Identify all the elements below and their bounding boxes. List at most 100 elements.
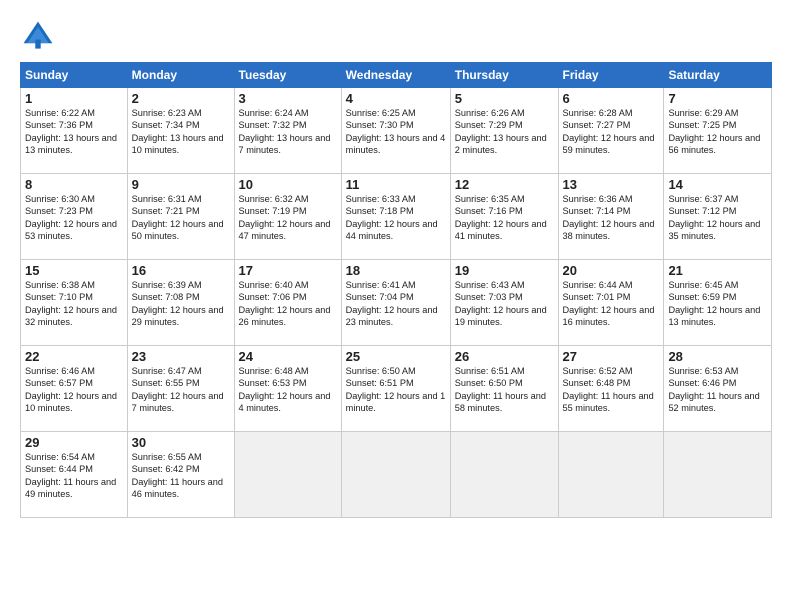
col-tuesday: Tuesday [234,63,341,88]
week-row-1: 1 Sunrise: 6:22 AMSunset: 7:36 PMDayligh… [21,88,772,174]
day-cell-8: 8 Sunrise: 6:30 AMSunset: 7:23 PMDayligh… [21,174,128,260]
day-number: 28 [668,349,767,364]
day-number: 4 [346,91,446,106]
day-info: Sunrise: 6:31 AMSunset: 7:21 PMDaylight:… [132,193,230,243]
day-info: Sunrise: 6:29 AMSunset: 7:25 PMDaylight:… [668,107,767,157]
day-info: Sunrise: 6:35 AMSunset: 7:16 PMDaylight:… [455,193,554,243]
day-cell-26: 26 Sunrise: 6:51 AMSunset: 6:50 PMDaylig… [450,346,558,432]
day-cell-30: 30 Sunrise: 6:55 AMSunset: 6:42 PMDaylig… [127,432,234,518]
logo-icon [20,18,56,54]
day-info: Sunrise: 6:40 AMSunset: 7:06 PMDaylight:… [239,279,337,329]
day-info: Sunrise: 6:38 AMSunset: 7:10 PMDaylight:… [25,279,123,329]
day-cell-3: 3 Sunrise: 6:24 AMSunset: 7:32 PMDayligh… [234,88,341,174]
day-number: 10 [239,177,337,192]
day-number: 14 [668,177,767,192]
day-info: Sunrise: 6:32 AMSunset: 7:19 PMDaylight:… [239,193,337,243]
day-cell-7: 7 Sunrise: 6:29 AMSunset: 7:25 PMDayligh… [664,88,772,174]
day-info: Sunrise: 6:33 AMSunset: 7:18 PMDaylight:… [346,193,446,243]
day-cell-24: 24 Sunrise: 6:48 AMSunset: 6:53 PMDaylig… [234,346,341,432]
day-info: Sunrise: 6:37 AMSunset: 7:12 PMDaylight:… [668,193,767,243]
day-cell-9: 9 Sunrise: 6:31 AMSunset: 7:21 PMDayligh… [127,174,234,260]
day-number: 22 [25,349,123,364]
day-cell-27: 27 Sunrise: 6:52 AMSunset: 6:48 PMDaylig… [558,346,664,432]
day-number: 16 [132,263,230,278]
day-number: 11 [346,177,446,192]
day-number: 30 [132,435,230,450]
header [20,18,772,54]
day-info: Sunrise: 6:30 AMSunset: 7:23 PMDaylight:… [25,193,123,243]
day-cell-14: 14 Sunrise: 6:37 AMSunset: 7:12 PMDaylig… [664,174,772,260]
day-info: Sunrise: 6:26 AMSunset: 7:29 PMDaylight:… [455,107,554,157]
empty-cell [234,432,341,518]
day-number: 29 [25,435,123,450]
week-row-5: 29 Sunrise: 6:54 AMSunset: 6:44 PMDaylig… [21,432,772,518]
day-info: Sunrise: 6:51 AMSunset: 6:50 PMDaylight:… [455,365,554,415]
day-info: Sunrise: 6:47 AMSunset: 6:55 PMDaylight:… [132,365,230,415]
col-friday: Friday [558,63,664,88]
day-info: Sunrise: 6:43 AMSunset: 7:03 PMDaylight:… [455,279,554,329]
day-info: Sunrise: 6:46 AMSunset: 6:57 PMDaylight:… [25,365,123,415]
day-info: Sunrise: 6:25 AMSunset: 7:30 PMDaylight:… [346,107,446,157]
calendar: Sunday Monday Tuesday Wednesday Thursday… [20,62,772,518]
day-cell-4: 4 Sunrise: 6:25 AMSunset: 7:30 PMDayligh… [341,88,450,174]
col-saturday: Saturday [664,63,772,88]
day-cell-6: 6 Sunrise: 6:28 AMSunset: 7:27 PMDayligh… [558,88,664,174]
day-info: Sunrise: 6:39 AMSunset: 7:08 PMDaylight:… [132,279,230,329]
day-cell-18: 18 Sunrise: 6:41 AMSunset: 7:04 PMDaylig… [341,260,450,346]
day-info: Sunrise: 6:28 AMSunset: 7:27 PMDaylight:… [563,107,660,157]
day-info: Sunrise: 6:45 AMSunset: 6:59 PMDaylight:… [668,279,767,329]
day-number: 21 [668,263,767,278]
col-monday: Monday [127,63,234,88]
col-sunday: Sunday [21,63,128,88]
day-info: Sunrise: 6:24 AMSunset: 7:32 PMDaylight:… [239,107,337,157]
day-cell-15: 15 Sunrise: 6:38 AMSunset: 7:10 PMDaylig… [21,260,128,346]
day-number: 7 [668,91,767,106]
day-cell-5: 5 Sunrise: 6:26 AMSunset: 7:29 PMDayligh… [450,88,558,174]
day-cell-21: 21 Sunrise: 6:45 AMSunset: 6:59 PMDaylig… [664,260,772,346]
day-number: 20 [563,263,660,278]
day-number: 1 [25,91,123,106]
day-info: Sunrise: 6:23 AMSunset: 7:34 PMDaylight:… [132,107,230,157]
week-row-3: 15 Sunrise: 6:38 AMSunset: 7:10 PMDaylig… [21,260,772,346]
day-info: Sunrise: 6:41 AMSunset: 7:04 PMDaylight:… [346,279,446,329]
logo [20,18,62,54]
day-info: Sunrise: 6:54 AMSunset: 6:44 PMDaylight:… [25,451,123,501]
day-cell-10: 10 Sunrise: 6:32 AMSunset: 7:19 PMDaylig… [234,174,341,260]
day-number: 23 [132,349,230,364]
day-number: 8 [25,177,123,192]
day-info: Sunrise: 6:50 AMSunset: 6:51 PMDaylight:… [346,365,446,415]
day-number: 27 [563,349,660,364]
day-cell-1: 1 Sunrise: 6:22 AMSunset: 7:36 PMDayligh… [21,88,128,174]
day-number: 24 [239,349,337,364]
day-number: 13 [563,177,660,192]
day-cell-25: 25 Sunrise: 6:50 AMSunset: 6:51 PMDaylig… [341,346,450,432]
day-number: 5 [455,91,554,106]
day-cell-17: 17 Sunrise: 6:40 AMSunset: 7:06 PMDaylig… [234,260,341,346]
day-cell-11: 11 Sunrise: 6:33 AMSunset: 7:18 PMDaylig… [341,174,450,260]
col-wednesday: Wednesday [341,63,450,88]
week-row-4: 22 Sunrise: 6:46 AMSunset: 6:57 PMDaylig… [21,346,772,432]
day-number: 26 [455,349,554,364]
day-cell-12: 12 Sunrise: 6:35 AMSunset: 7:16 PMDaylig… [450,174,558,260]
day-number: 2 [132,91,230,106]
day-info: Sunrise: 6:53 AMSunset: 6:46 PMDaylight:… [668,365,767,415]
day-number: 17 [239,263,337,278]
day-cell-2: 2 Sunrise: 6:23 AMSunset: 7:34 PMDayligh… [127,88,234,174]
day-cell-19: 19 Sunrise: 6:43 AMSunset: 7:03 PMDaylig… [450,260,558,346]
day-info: Sunrise: 6:36 AMSunset: 7:14 PMDaylight:… [563,193,660,243]
empty-cell [341,432,450,518]
day-cell-20: 20 Sunrise: 6:44 AMSunset: 7:01 PMDaylig… [558,260,664,346]
day-number: 6 [563,91,660,106]
day-cell-22: 22 Sunrise: 6:46 AMSunset: 6:57 PMDaylig… [21,346,128,432]
day-number: 25 [346,349,446,364]
day-cell-29: 29 Sunrise: 6:54 AMSunset: 6:44 PMDaylig… [21,432,128,518]
day-info: Sunrise: 6:22 AMSunset: 7:36 PMDaylight:… [25,107,123,157]
page: Sunday Monday Tuesday Wednesday Thursday… [0,0,792,612]
day-info: Sunrise: 6:52 AMSunset: 6:48 PMDaylight:… [563,365,660,415]
day-number: 12 [455,177,554,192]
day-cell-16: 16 Sunrise: 6:39 AMSunset: 7:08 PMDaylig… [127,260,234,346]
day-number: 9 [132,177,230,192]
day-number: 3 [239,91,337,106]
day-info: Sunrise: 6:55 AMSunset: 6:42 PMDaylight:… [132,451,230,501]
empty-cell [664,432,772,518]
